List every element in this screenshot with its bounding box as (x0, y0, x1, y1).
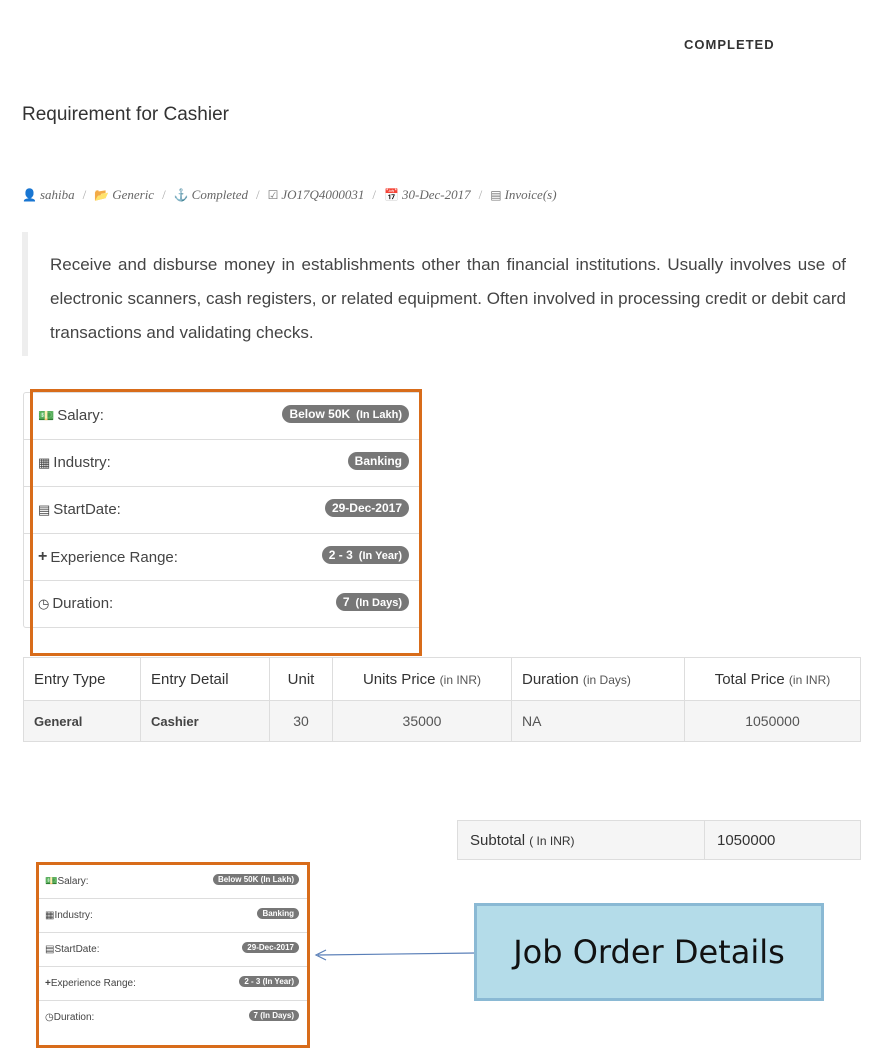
meta-separator: / (478, 187, 483, 202)
table-header: Entry Type (23, 657, 141, 701)
subtotal-table: Subtotal ( In INR) 1050000 (457, 820, 861, 860)
meta-separator: / (372, 187, 377, 202)
status-label: COMPLETED (684, 37, 775, 52)
user-icon: 👤 (22, 187, 37, 202)
meta-separator: / (82, 187, 87, 202)
meta-date: 30-Dec-2017 (402, 187, 471, 202)
subtotal-value: 1050000 (704, 820, 861, 860)
table-header: Total Price (in INR) (684, 657, 861, 701)
clock-icon: ◷ (45, 1012, 54, 1023)
calendar-icon: 📅 (384, 187, 399, 202)
page-title: Requirement for Cashier (22, 104, 229, 125)
table-cell: 30 (269, 700, 333, 742)
table-header: Unit (269, 657, 333, 701)
folder-icon: 📂 (94, 187, 110, 202)
meta-invoice-link[interactable]: Invoice(s) (505, 187, 557, 203)
meta-separator: / (255, 187, 260, 202)
table-cell: 1050000 (684, 700, 861, 742)
mini-row-experience: +Experience Range: 2 - 3 (In Year) (39, 967, 307, 1001)
table-cell: 35000 (332, 700, 512, 742)
meta-separator: / (162, 187, 166, 202)
mini-badge: 7 (In Days) (248, 1010, 299, 1021)
meta-job-id: JO17Q4000031 (281, 187, 365, 202)
invoice-icon: ▤ (490, 187, 502, 202)
table-row: General Cashier 30 35000 NA 1050000 (23, 700, 861, 742)
mini-badge: Banking (257, 908, 299, 919)
job-meta-bar: 👤 sahiba / 📂 Generic / ⚓ Completed / ☑ J… (22, 187, 557, 203)
table-cell: General (23, 700, 141, 742)
subtotal-row: Subtotal ( In INR) 1050000 (457, 820, 861, 860)
money-icon: 💵 (45, 876, 58, 887)
meta-user[interactable]: sahiba (40, 187, 75, 203)
table-header: Entry Detail (140, 657, 270, 701)
arrow-connector (314, 949, 477, 961)
job-details-thumbnail: 💵Salary: Below 50K (In Lakh) ▦Industry: … (36, 862, 310, 1048)
table-header: Duration (in Days) (511, 657, 685, 701)
mini-badge: 29-Dec-2017 (242, 942, 299, 953)
mini-badge: 2 - 3 (In Year) (239, 976, 299, 987)
anchor-icon: ⚓ (173, 187, 189, 202)
table-cell: NA (511, 700, 685, 742)
mini-row-salary: 💵Salary: Below 50K (In Lakh) (39, 865, 307, 899)
subtotal-label: Subtotal ( In INR) (457, 820, 705, 860)
mini-badge: Below 50K (In Lakh) (212, 874, 299, 885)
description-text: Receive and disburse money in establishm… (50, 255, 846, 342)
description-quote: Receive and disburse money in establishm… (22, 232, 848, 356)
mini-row-startdate: ▤StartDate: 29-Dec-2017 (39, 933, 307, 967)
meta-state: Completed (191, 187, 248, 202)
entries-table: Entry Type Entry Detail Unit Units Price… (23, 657, 861, 742)
table-cell: Cashier (140, 700, 270, 742)
highlight-box (30, 389, 422, 656)
table-header: Units Price (in INR) (332, 657, 512, 701)
mini-row-industry: ▦Industry: Banking (39, 899, 307, 933)
checkbox-icon: ☑ (267, 187, 279, 202)
table-header-row: Entry Type Entry Detail Unit Units Price… (23, 657, 861, 701)
callout-box: Job Order Details (474, 903, 824, 1001)
mini-row-duration: ◷Duration: 7 (In Days) (39, 1001, 307, 1034)
meta-category[interactable]: Generic (112, 187, 154, 203)
